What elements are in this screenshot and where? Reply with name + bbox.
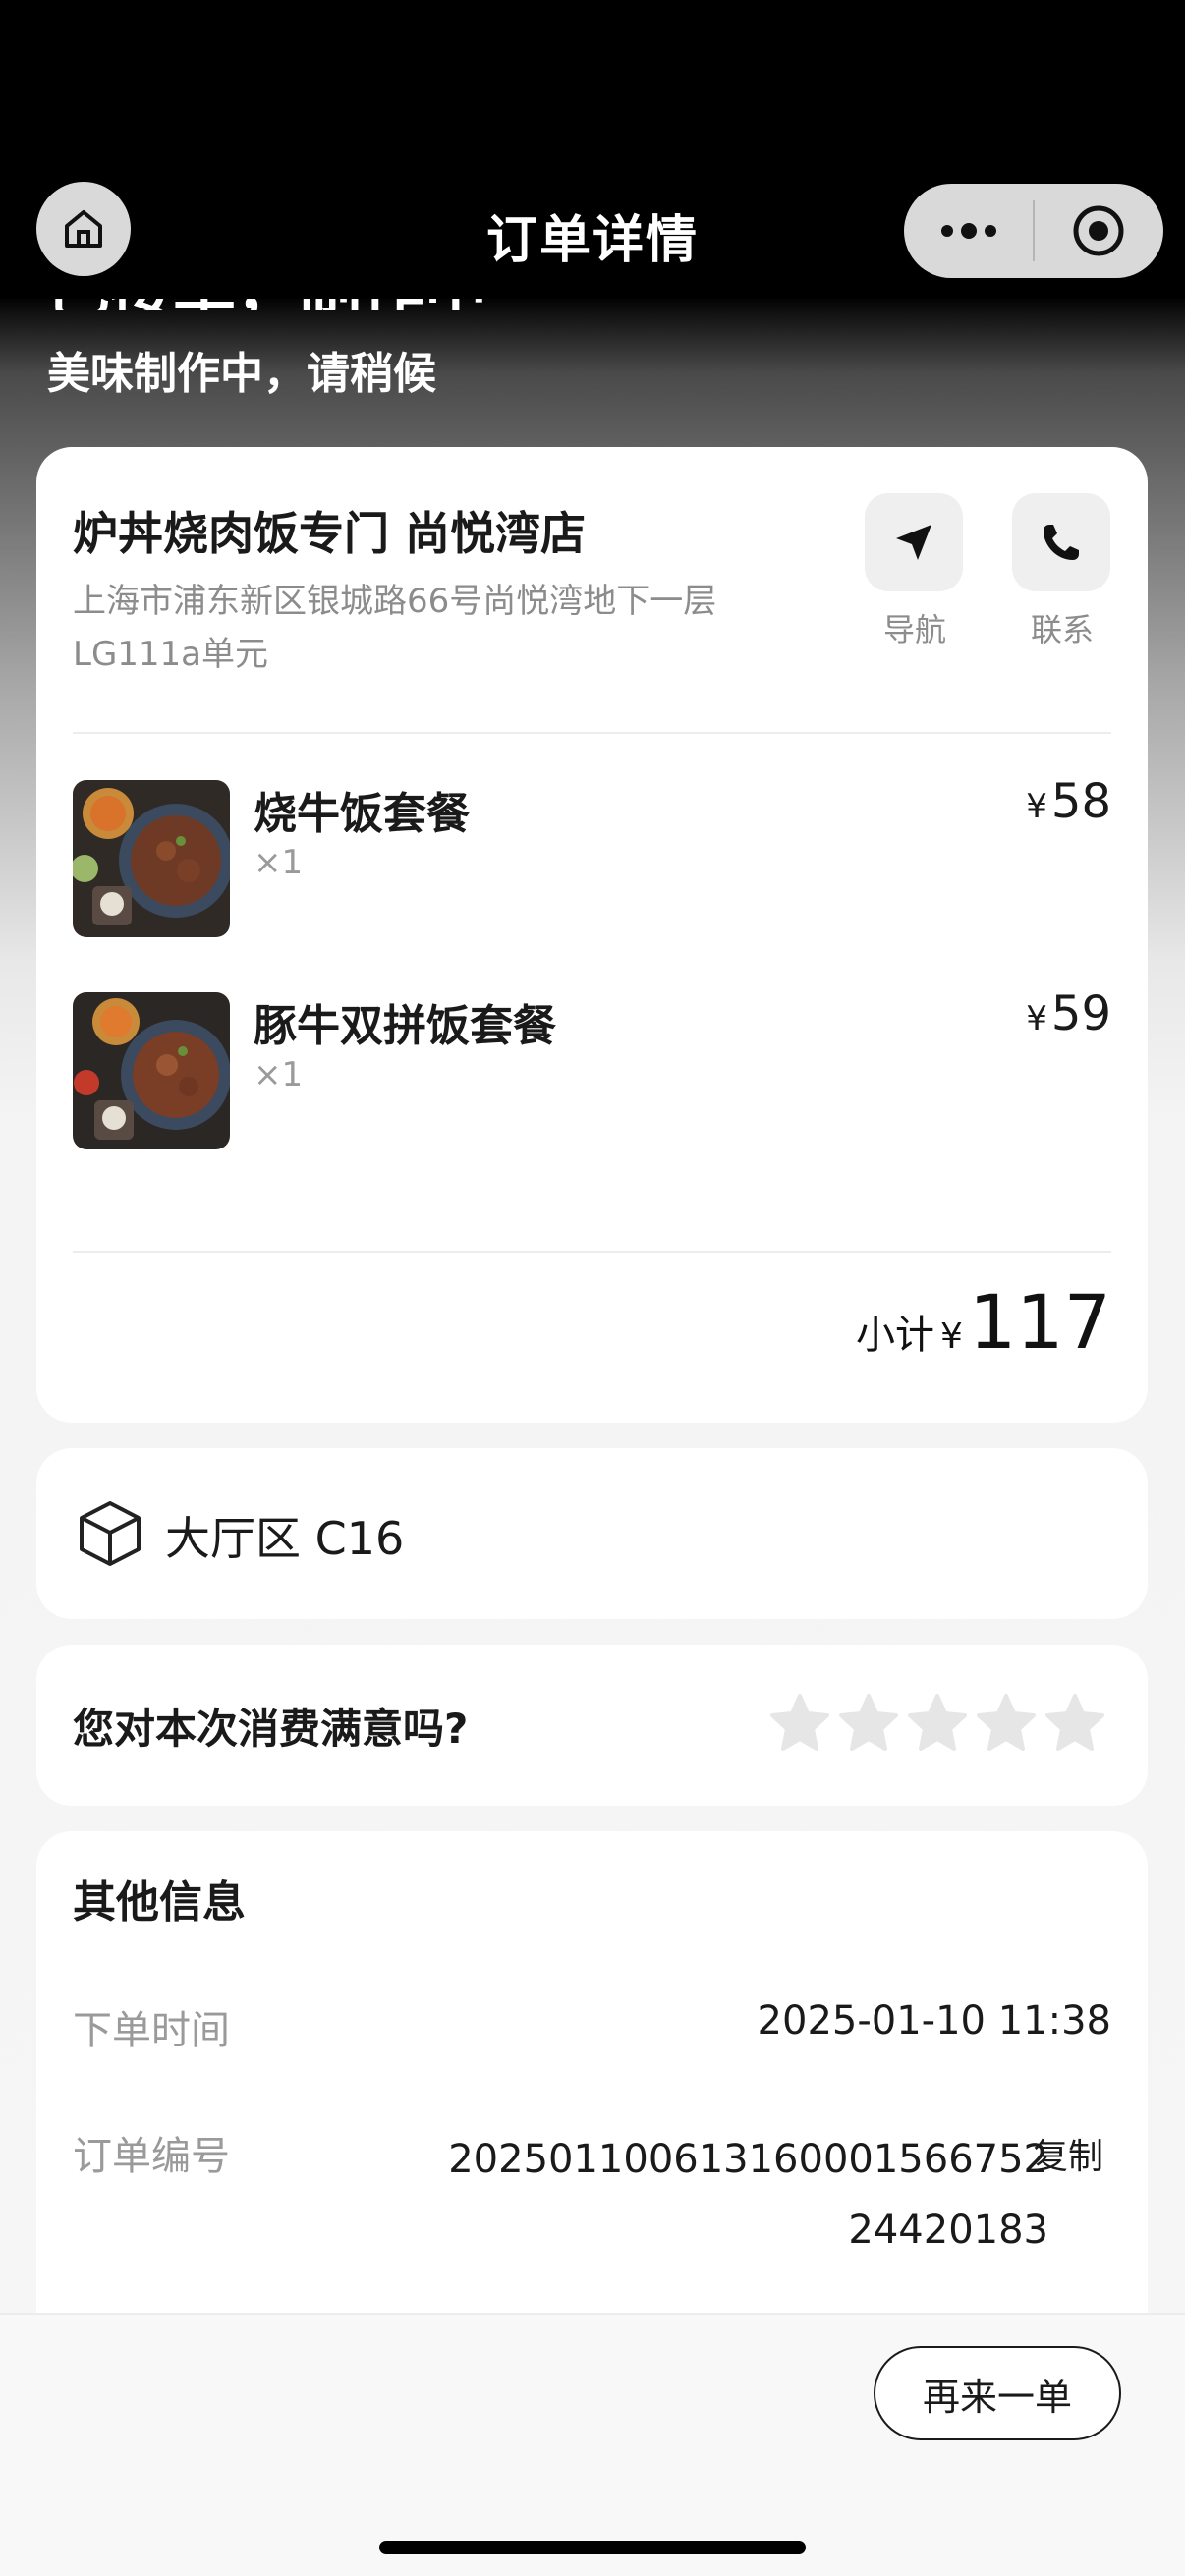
item-name: 豚牛双拼饭套餐 — [254, 1001, 556, 1051]
more-dots-icon — [940, 223, 996, 239]
copy-order-no-button[interactable]: 复制 — [1033, 2128, 1103, 2179]
other-info-title: 其他信息 — [73, 1877, 246, 1928]
table-number-card: 大厅区 C16 — [36, 1448, 1148, 1619]
home-indicator — [379, 2541, 806, 2554]
item-qty: ×1 — [254, 1055, 304, 1094]
order-card: 炉丼烧肉饭专门 尚悦湾店 上海市浦东新区银城路66号尚悦湾地下一层LG111a单… — [36, 447, 1148, 1423]
order-no-label: 订单编号 — [73, 2134, 230, 2179]
currency-symbol: ¥ — [1026, 787, 1047, 826]
navigate-button[interactable]: 导航 — [865, 493, 965, 650]
package-box-icon — [80, 1501, 141, 1566]
order-item[interactable]: 豚牛双拼饭套餐 ×1 ¥59 — [73, 986, 1111, 1151]
contact-button[interactable]: 联系 — [1012, 493, 1112, 650]
star-icon[interactable] — [975, 1692, 1038, 1755]
order-item[interactable]: 烧牛饭套餐 ×1 ¥58 — [73, 774, 1111, 939]
subtotal-currency: ¥ — [940, 1316, 963, 1357]
order-time-value: 2025-01-10 11:38 — [757, 1998, 1111, 2044]
navigate-label: 导航 — [882, 611, 946, 648]
reorder-button[interactable]: 再来一单 — [874, 2346, 1121, 2440]
store-divider — [73, 732, 1111, 734]
bottom-action-bar: 再来一单 — [0, 2313, 1185, 2576]
subtotal-divider — [73, 1251, 1111, 1253]
close-mini-program-button[interactable] — [1035, 184, 1163, 278]
item-price-value: 58 — [1050, 774, 1111, 829]
phone-icon — [1044, 525, 1079, 560]
order-no-value: 20250110061316000156675224420183 — [448, 2137, 1048, 2253]
star-rating — [768, 1692, 1112, 1755]
navigation-arrow-icon — [896, 525, 931, 560]
currency-symbol: ¥ — [1026, 999, 1047, 1038]
item-qty: ×1 — [254, 843, 304, 882]
rating-card: 您对本次消费满意吗? — [36, 1645, 1148, 1806]
navigate-icon-wrap — [865, 493, 963, 591]
item-price-value: 59 — [1050, 986, 1111, 1041]
subtotal: 小计 ¥ 117 — [856, 1278, 1111, 1366]
item-price: ¥59 — [1026, 986, 1111, 1041]
order-status-subtitle: 美味制作中，请稍候 — [47, 349, 436, 399]
contact-icon-wrap — [1012, 493, 1110, 591]
contact-label: 联系 — [1030, 611, 1094, 648]
table-number: 大厅区 C16 — [165, 1512, 405, 1565]
store-name: 炉丼烧肉饭专门 尚悦湾店 — [73, 507, 587, 560]
item-price: ¥58 — [1026, 774, 1111, 829]
rating-question: 您对本次消费满意吗? — [73, 1705, 469, 1753]
target-close-icon — [1073, 205, 1124, 256]
food-thumbnail — [73, 780, 230, 937]
mini-program-capsule — [904, 184, 1163, 278]
subtotal-label: 小计 — [856, 1313, 935, 1358]
star-icon[interactable] — [1044, 1692, 1106, 1755]
order-time-label: 下单时间 — [73, 2008, 230, 2053]
beef-rice-image — [73, 780, 230, 937]
subtotal-amount: 117 — [968, 1278, 1111, 1366]
top-navbar: 订单详情 — [0, 177, 1185, 299]
store-address: 上海市浦东新区银城路66号尚悦湾地下一层LG111a单元 — [73, 582, 717, 674]
status-bar — [0, 0, 1185, 177]
star-icon[interactable] — [906, 1692, 969, 1755]
more-button[interactable] — [904, 184, 1033, 278]
pork-beef-rice-image — [73, 992, 230, 1149]
star-icon[interactable] — [837, 1692, 900, 1755]
food-thumbnail — [73, 992, 230, 1149]
item-name: 烧牛饭套餐 — [254, 789, 470, 839]
star-icon[interactable] — [768, 1692, 831, 1755]
